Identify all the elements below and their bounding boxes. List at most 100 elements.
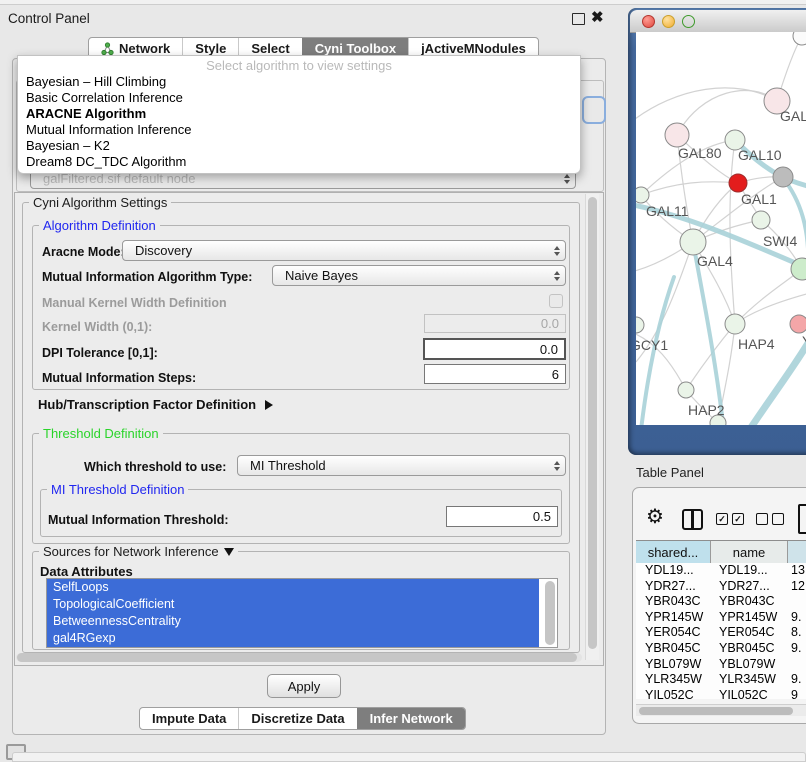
- table-row[interactable]: YBL079WYBL079W: [636, 657, 806, 673]
- cyni-settings-title: Cyni Algorithm Settings: [29, 195, 171, 210]
- list-item-selfloops[interactable]: SelfLoops: [47, 579, 539, 596]
- dpi-tolerance-field[interactable]: 0.0: [423, 338, 566, 360]
- unchecked-checkbox-icon: [756, 513, 768, 525]
- list-vertical-scrollbar[interactable]: [545, 581, 555, 645]
- tab-discretize-data[interactable]: Discretize Data: [238, 708, 356, 729]
- mi-type-value: Naive Bayes: [285, 268, 358, 283]
- node-hap2[interactable]: [678, 382, 694, 398]
- list-item-betweennesscentrality[interactable]: BetweennessCentrality: [47, 613, 539, 630]
- table-panel-window: ⚙ ✓ ✓ shared... name YDL19...YDL19...13 …: [632, 487, 806, 724]
- apply-button[interactable]: Apply: [267, 674, 341, 698]
- list-item-topologicalcoefficient[interactable]: TopologicalCoefficient: [47, 596, 539, 613]
- aracne-mode-combo[interactable]: Discovery: [122, 240, 566, 261]
- node-labels: GAL80 GAL10 GAL GAL11 GAL1 SWI4 GAL4 GCY…: [636, 108, 806, 418]
- column-header-name[interactable]: name: [711, 541, 788, 563]
- dropdown-item-bayesian-hill-climbing[interactable]: Bayesian – Hill Climbing: [26, 74, 572, 90]
- node-label: GCY1: [636, 337, 668, 353]
- dropdown-item-aracne[interactable]: ARACNE Algorithm: [26, 106, 572, 122]
- node-gal4[interactable]: [680, 229, 706, 255]
- node-gal1[interactable]: [752, 211, 770, 229]
- node-gal11[interactable]: [636, 187, 649, 203]
- table-rows: YDL19...YDL19...13 YDR27...YDR27...12 YB…: [636, 563, 806, 699]
- app-root: Control Panel ✖ galFiltered.sif default …: [0, 0, 806, 762]
- kernel-width-field[interactable]: 0.0: [424, 314, 566, 333]
- column-header-partial[interactable]: [788, 541, 806, 563]
- hub-section-toggle[interactable]: Hub/Transcription Factor Definition: [38, 397, 273, 412]
- list-item-gal4rgexp[interactable]: gal4RGexp: [47, 630, 539, 647]
- mi-type-combo[interactable]: Naive Bayes: [272, 265, 566, 286]
- node-gal80[interactable]: [665, 123, 689, 147]
- checked-checkbox-icon: ✓: [732, 513, 744, 525]
- stepper-icon: [554, 461, 565, 471]
- table-panel-title: Table Panel: [636, 465, 704, 480]
- network-graph[interactable]: GAL80 GAL10 GAL GAL11 GAL1 SWI4 GAL4 GCY…: [636, 32, 806, 425]
- page-icon[interactable]: [798, 504, 806, 534]
- table-row[interactable]: YBR045CYBR045C9.: [636, 641, 806, 657]
- zoom-traffic-light[interactable]: [682, 15, 695, 28]
- node-gray[interactable]: [773, 167, 793, 187]
- select-all-checks-button[interactable]: ✓ ✓: [716, 513, 744, 525]
- mi-type-label: Mutual Information Algorithm Type:: [42, 270, 252, 284]
- gear-icon[interactable]: ⚙: [646, 507, 664, 527]
- data-attributes-list: SelfLoops TopologicalCoefficient Between…: [46, 578, 558, 648]
- node-salmon[interactable]: [790, 315, 806, 333]
- mi-steps-field[interactable]: 6: [424, 364, 566, 384]
- network-icon: [101, 42, 114, 56]
- table-row[interactable]: YIL052CYIL052C9: [636, 688, 806, 699]
- close-traffic-light[interactable]: [642, 15, 655, 28]
- split-columns-icon[interactable]: [682, 509, 703, 530]
- minimize-traffic-light[interactable]: [662, 15, 675, 28]
- which-threshold-combo[interactable]: MI Threshold: [237, 455, 566, 476]
- node-red[interactable]: [729, 174, 747, 192]
- manual-kernel-label: Manual Kernel Width Definition: [42, 296, 227, 310]
- column-header-sharedname[interactable]: shared...: [636, 541, 711, 563]
- table-horizontal-scrollbar[interactable]: [636, 704, 806, 716]
- aracne-mode-value: Discovery: [135, 243, 192, 258]
- stepper-icon: [554, 271, 565, 281]
- tab-infer-network[interactable]: Infer Network: [357, 708, 465, 729]
- network-nodes: [636, 32, 806, 425]
- kernel-width-label: Kernel Width (0,1):: [42, 320, 152, 334]
- which-threshold-label: Which threshold to use:: [84, 460, 226, 474]
- toolbar-bottom-edge: [0, 0, 806, 5]
- network-canvas: GAL80 GAL10 GAL GAL11 GAL1 SWI4 GAL4 GCY…: [636, 32, 806, 425]
- threshold-definition-title: Threshold Definition: [39, 426, 163, 441]
- table-row[interactable]: YDL19...YDL19...13: [636, 563, 806, 579]
- float-window-icon[interactable]: [572, 13, 585, 25]
- dropdown-item-mutual-information[interactable]: Mutual Information Inference: [26, 122, 572, 138]
- settings-horizontal-scrollbar[interactable]: [16, 653, 582, 662]
- bottom-panel-edge: [12, 752, 806, 762]
- node-partial-top[interactable]: [793, 32, 806, 45]
- table-row[interactable]: YPR145WYPR145W9.: [636, 610, 806, 626]
- node-label: Y: [802, 333, 806, 349]
- table-row[interactable]: YLR345WYLR345W9.: [636, 672, 806, 688]
- node-label: HAP4: [738, 336, 775, 352]
- tab-impute-data[interactable]: Impute Data: [140, 708, 238, 729]
- table-row[interactable]: YDR27...YDR27...12: [636, 579, 806, 595]
- network-window-titlebar[interactable]: [630, 10, 806, 33]
- cyni-bottom-tabbar: Impute Data Discretize Data Infer Networ…: [139, 707, 466, 730]
- dropdown-item-bayesian-k2[interactable]: Bayesian – K2: [26, 138, 572, 154]
- dropdown-item-dream8[interactable]: Dream8 DC_TDC Algorithm: [26, 154, 572, 170]
- network-view-window: GAL80 GAL10 GAL GAL11 GAL1 SWI4 GAL4 GCY…: [628, 8, 806, 455]
- dropdown-placeholder: Select algorithm to view settings: [18, 58, 580, 73]
- clear-checks-button[interactable]: [756, 513, 784, 525]
- table-row[interactable]: YER054CYER054C8.: [636, 625, 806, 641]
- focused-side-button[interactable]: [582, 96, 606, 124]
- hscroll-thumb[interactable]: [17, 653, 577, 662]
- vscroll-thumb[interactable]: [588, 197, 597, 649]
- settings-vertical-scrollbar[interactable]: [585, 194, 599, 660]
- dropdown-item-basic-correlation[interactable]: Basic Correlation Inference: [26, 90, 572, 106]
- stepper-icon: [564, 174, 575, 184]
- tab-network-label: Network: [119, 41, 170, 56]
- close-icon[interactable]: ✖: [591, 8, 604, 26]
- node-gcy1[interactable]: [636, 317, 644, 333]
- table-row[interactable]: YBR043CYBR043C: [636, 594, 806, 610]
- node-label: GAL10: [738, 147, 782, 163]
- table-hscroll-thumb[interactable]: [639, 707, 793, 715]
- node-hap4[interactable]: [725, 314, 745, 334]
- control-panel-title: Control Panel: [8, 11, 90, 26]
- node-label: GAL11: [646, 203, 689, 219]
- manual-kernel-checkbox[interactable]: [549, 294, 563, 308]
- mi-threshold-field[interactable]: 0.5: [446, 506, 558, 527]
